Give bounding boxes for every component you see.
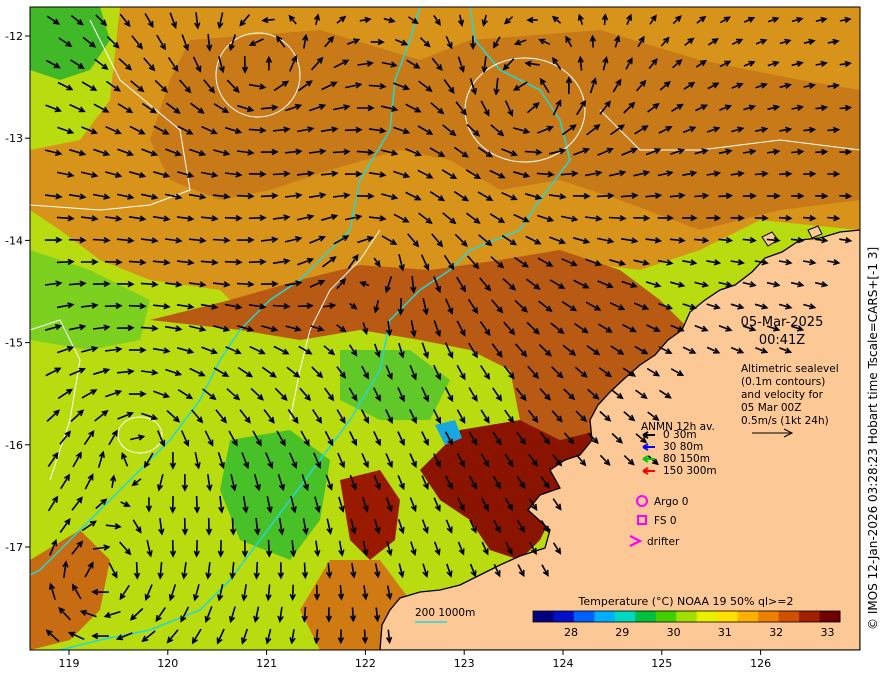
lat-tick-label: -12: [5, 30, 23, 43]
lat-tick-label: -15: [5, 337, 23, 350]
colorbar-tick-label: 32: [769, 626, 783, 639]
colorbar-segment: [758, 611, 780, 622]
mooring-legend-label: 0 30m: [663, 429, 697, 441]
sealevel-note-line-2: (0.1m contours): [741, 376, 825, 388]
colorbar-segment: [594, 611, 616, 622]
date-label: 05-Mar-2025: [741, 315, 824, 330]
sealevel-note-line-3: and velocity for: [741, 389, 824, 401]
mooring-legend-label: 30 80m: [663, 441, 703, 453]
colorbar-segment: [635, 611, 657, 622]
colorbar-tick-label: 29: [615, 626, 629, 639]
lat-tick-label: -17: [5, 541, 23, 554]
colorbar-title: Temperature (°C) NOAA 19 50% ql>=2: [578, 595, 794, 608]
sealevel-note-line-1: Altimetric sealevel: [741, 363, 839, 375]
sealevel-note-line-5: 0.5m/s (1kt 24h): [741, 415, 829, 427]
lon-tick-label: 119: [59, 657, 80, 670]
lon-tick-label: 121: [256, 657, 277, 670]
lat-tick-label: -14: [5, 234, 23, 247]
drifter-label: drifter: [647, 536, 680, 548]
colorbar-segment: [717, 611, 739, 622]
sealevel-note-line-4: 05 Mar 00Z: [741, 402, 801, 414]
colorbar-tick-label: 31: [718, 626, 732, 639]
mooring-legend-label: 150 300m: [663, 465, 717, 477]
colorbar-segment: [778, 611, 800, 622]
credit-text: © IMOS 12-Jan-2026 03:28:23 Hobart time …: [866, 246, 880, 630]
colorbar-segment: [737, 611, 759, 622]
colorbar-segment: [533, 611, 554, 622]
lon-tick-label: 120: [157, 657, 178, 670]
lat-tick-label: -16: [5, 439, 23, 452]
colorbar-tick-label: 30: [667, 626, 681, 639]
longitude-axis: 119 120 121 122 123 124 125 126: [59, 650, 771, 670]
colorbar-segment: [819, 611, 841, 622]
mooring-legend-label: 80 150m: [663, 453, 710, 465]
lon-tick-label: 126: [750, 657, 771, 670]
colorbar-segment: [573, 611, 595, 622]
lon-tick-label: 122: [355, 657, 376, 670]
argo-label: Argo 0: [654, 496, 688, 508]
colorbar-segment: [676, 611, 698, 622]
lon-tick-label: 124: [553, 657, 574, 670]
colorbar-segment: [553, 611, 575, 622]
colorbar-tick-label: 28: [564, 626, 578, 639]
latitude-axis: -12 -13 -14 -15 -16 -17: [5, 30, 30, 554]
colorbar-segment: [799, 611, 821, 622]
lon-tick-label: 123: [454, 657, 475, 670]
colorbar-segment: [655, 611, 677, 622]
lon-tick-label: 125: [651, 657, 672, 670]
colorbar: [532, 610, 841, 623]
colorbar-segment: [614, 611, 636, 622]
colorbar-tick-label: 33: [821, 626, 835, 639]
fs-label: FS 0: [654, 515, 677, 527]
time-label: 00:41Z: [759, 333, 805, 348]
colorbar-segment: [696, 611, 718, 622]
sst-map: [30, 7, 860, 650]
lat-tick-label: -13: [5, 132, 23, 145]
isobath-legend-label: 200 1000m: [415, 607, 475, 619]
map-figure: 119 120 121 122 123 124 125 126 -12 -13 -14 -15 -16…: [5, 6, 861, 670]
